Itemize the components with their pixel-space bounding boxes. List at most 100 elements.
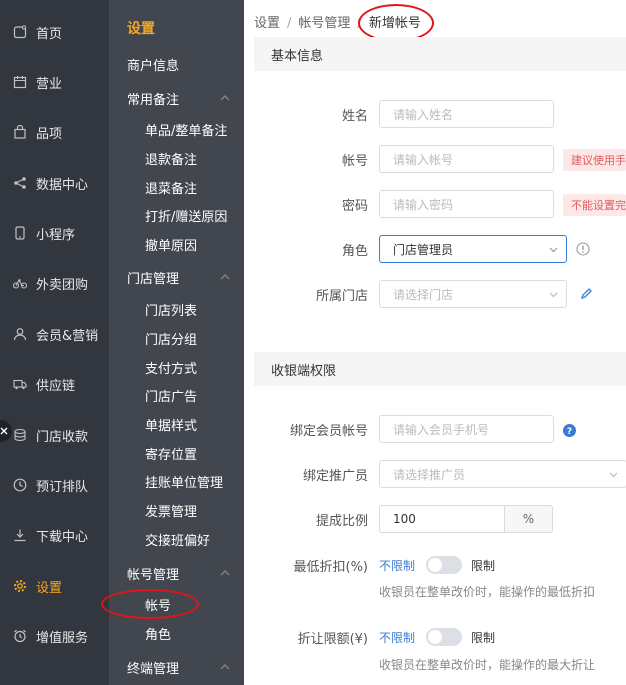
submenu-item-store-8[interactable]: 交接班偏好	[109, 525, 244, 553]
store-label: 所属门店	[315, 289, 368, 304]
nav-value-added-label: 增值服务	[36, 630, 89, 646]
nav-items[interactable]: 品项	[0, 115, 109, 149]
submenu-group-notes-label: 常用备注	[127, 92, 180, 108]
nav-settings[interactable]: 设置	[0, 569, 109, 603]
account-input[interactable]: 请输入帐号	[379, 145, 554, 173]
submenu-group-store[interactable]: 门店管理	[109, 263, 244, 291]
promoter-select[interactable]: 请选择推广员	[379, 460, 626, 488]
bag-icon	[14, 125, 26, 139]
percent-unit: %	[505, 505, 553, 533]
submenu-item-role[interactable]: 角色	[109, 619, 244, 647]
submenu-merchant-info[interactable]: 商户信息	[109, 50, 244, 78]
member-phone-input[interactable]: 请输入会员手机号	[379, 415, 554, 443]
submenu-item-label: 门店分组	[145, 332, 198, 348]
main-nav-rail: 首页 营业 品项 数据中心 小程序 外卖团购 会员&营销 供应链 门店收款 预订…	[0, 0, 109, 685]
nav-home[interactable]: 首页	[0, 15, 109, 49]
clock-icon	[13, 478, 27, 492]
download-icon	[14, 529, 26, 542]
nav-value-added[interactable]: 增值服务	[0, 619, 109, 653]
submenu-title: 设置	[127, 21, 155, 37]
submenu-item-store-0[interactable]: 门店列表	[109, 295, 244, 323]
info-circle-icon[interactable]	[576, 242, 590, 256]
nav-settings-label: 设置	[36, 580, 63, 596]
nav-member[interactable]: 会员&营销	[0, 317, 109, 351]
password-warning: 不能设置完全相同的	[563, 194, 626, 216]
submenu-item-store-4[interactable]: 单据样式	[109, 410, 244, 438]
submenu-group-account[interactable]: 帐号管理	[109, 559, 244, 587]
settings-submenu: 设置 商户信息 常用备注 单品/整单备注 退款备注 退菜备注 打折/赠送原因 撤…	[101, 0, 244, 685]
min-discount-hint: 收银员在整单改价时，能操作的最低折扣	[379, 585, 596, 599]
section-title: 收银端权限	[271, 363, 337, 379]
name-input[interactable]: 请输入姓名	[379, 100, 554, 128]
breadcrumb-item[interactable]: 设置	[254, 16, 280, 31]
min-discount-label: 最低折扣(%)	[293, 560, 369, 575]
submenu-item-notes-4[interactable]: 撤单原因	[109, 230, 244, 258]
submenu-item-store-2[interactable]: 支付方式	[109, 353, 244, 381]
password-input[interactable]: 请输入密码	[379, 190, 554, 218]
submenu-group-account-label: 帐号管理	[127, 567, 180, 583]
member-label: 绑定会员帐号	[289, 424, 368, 439]
chevron-up-icon	[220, 95, 230, 101]
truck-icon	[13, 379, 27, 390]
submenu-item-store-5[interactable]: 寄存位置	[109, 439, 244, 467]
submenu-item-label: 退款备注	[145, 152, 198, 168]
gear-icon	[14, 580, 26, 592]
submenu-item-store-7[interactable]: 发票管理	[109, 496, 244, 524]
submenu-group-terminal[interactable]: 终端管理	[109, 653, 244, 681]
nav-store-payment[interactable]: 门店收款	[0, 418, 109, 452]
nav-delivery[interactable]: 外卖团购	[0, 266, 109, 300]
min-discount-unlimited[interactable]: 不限制	[379, 557, 415, 574]
submenu-item-label: 寄存位置	[145, 447, 198, 463]
submenu-item-label: 单品/整单备注	[145, 123, 228, 139]
submenu-item-notes-2[interactable]: 退菜备注	[109, 173, 244, 201]
chevron-down-icon	[549, 247, 558, 253]
nav-supply-chain-label: 供应链	[36, 378, 76, 394]
nav-download[interactable]: 下载中心	[0, 518, 109, 552]
submenu-group-terminal-label: 终端管理	[127, 661, 180, 677]
submenu-item-notes-0[interactable]: 单品/整单备注	[109, 115, 244, 143]
bike-icon	[13, 278, 27, 289]
nav-reservation[interactable]: 预订排队	[0, 468, 109, 502]
min-discount-toggle[interactable]	[426, 556, 462, 574]
pencil-icon[interactable]	[580, 287, 593, 300]
submenu-item-label: 门店列表	[145, 303, 198, 319]
breadcrumb-item[interactable]: 帐号管理	[298, 16, 350, 31]
store-select[interactable]: 请选择门店	[379, 280, 567, 308]
submenu-item-store-3[interactable]: 门店广告	[109, 381, 244, 409]
role-select[interactable]: 门店管理员	[379, 235, 567, 263]
nav-mini-program-label: 小程序	[36, 227, 76, 243]
submenu-item-label: 发票管理	[145, 504, 198, 520]
submenu-group-notes[interactable]: 常用备注	[109, 84, 244, 112]
nav-business-label: 营业	[36, 76, 63, 92]
commission-input[interactable]: 100	[379, 505, 505, 533]
section-basic-info: 基本信息	[254, 37, 626, 71]
nav-data-center[interactable]: 数据中心	[0, 166, 109, 200]
submenu-merchant-info-label: 商户信息	[127, 58, 180, 74]
submenu-item-store-6[interactable]: 挂账单位管理	[109, 467, 244, 495]
submenu-item-notes-1[interactable]: 退款备注	[109, 144, 244, 172]
nav-supply-chain[interactable]: 供应链	[0, 367, 109, 401]
submenu-item-label: 退菜备注	[145, 181, 198, 197]
submenu-item-label: 撤单原因	[145, 238, 198, 254]
min-discount-limit[interactable]: 限制	[471, 557, 495, 574]
submenu-item-notes-3[interactable]: 打折/赠送原因	[109, 201, 244, 229]
nav-mini-program[interactable]: 小程序	[0, 216, 109, 250]
max-discount-unlimited[interactable]: 不限制	[379, 629, 415, 646]
max-discount-limit[interactable]: 限制	[471, 629, 495, 646]
submenu-item-label: 门店广告	[145, 389, 198, 405]
nav-member-label: 会员&营销	[36, 328, 99, 344]
max-discount-toggle[interactable]	[426, 628, 462, 646]
phone-icon	[15, 226, 25, 240]
password-label: 密码	[341, 199, 368, 214]
chevron-down-icon	[549, 292, 558, 298]
toggle-knob	[428, 558, 442, 572]
submenu-item-store-1[interactable]: 门店分组	[109, 324, 244, 352]
promoter-select-placeholder: 请选择推广员	[393, 467, 466, 482]
nav-items-label: 品项	[36, 126, 63, 142]
nav-reservation-label: 预订排队	[36, 479, 89, 495]
submenu-group-store-label: 门店管理	[127, 271, 180, 287]
question-icon[interactable]: ?	[563, 424, 576, 437]
nav-business[interactable]: 营业	[0, 65, 109, 99]
user-icon	[13, 328, 27, 341]
home-icon	[13, 25, 27, 39]
